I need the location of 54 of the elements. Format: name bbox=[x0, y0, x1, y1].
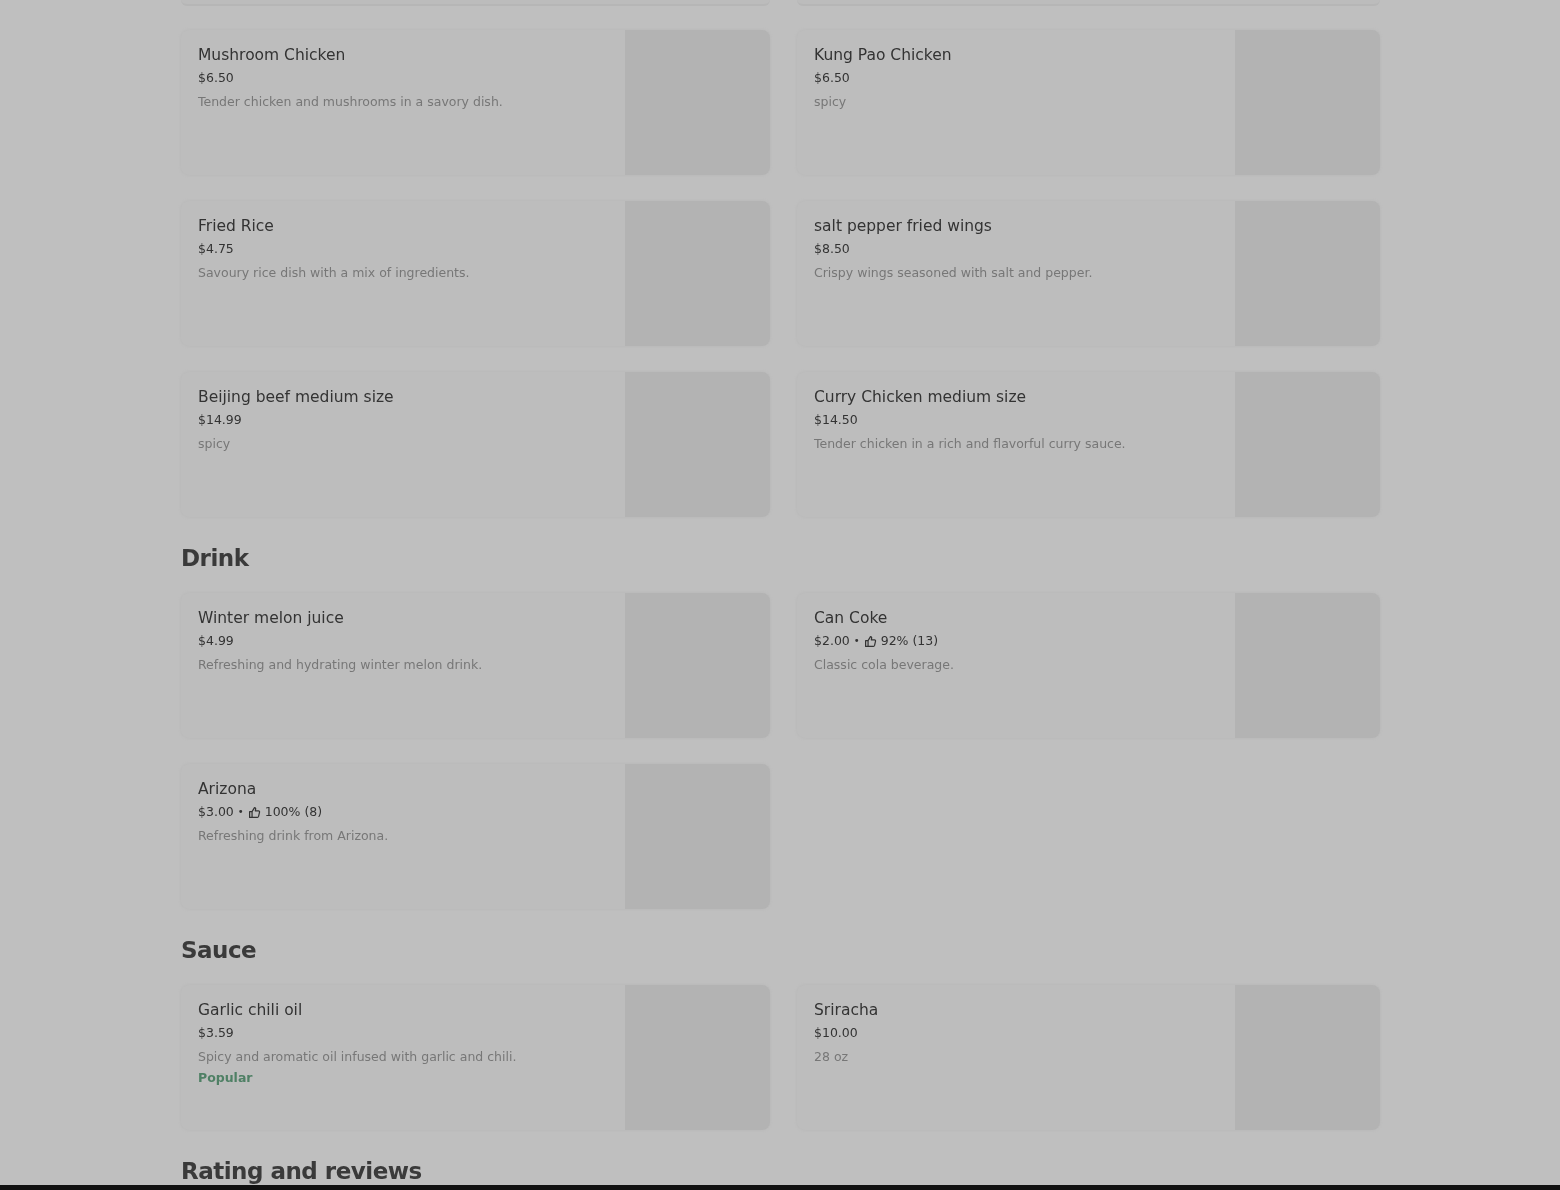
item-description: 28 oz bbox=[814, 1048, 849, 1066]
item-price: $4.99 bbox=[198, 632, 234, 650]
item-price: $2.00 bbox=[814, 632, 850, 650]
item-name: salt pepper fried wings bbox=[814, 216, 992, 236]
thumbs-up-icon bbox=[863, 634, 877, 648]
menu-item-card[interactable]: salt pepper fried wings $8.50 Crispy wings seasoned with salt and pepper. bbox=[797, 201, 1380, 346]
menu-item-card[interactable]: Kung Pao Chicken $6.50 spicy bbox=[797, 30, 1380, 175]
menu-item-card[interactable]: Beijing beef medium size $14.99 spicy bbox=[181, 372, 770, 517]
item-name: Can Coke bbox=[814, 608, 888, 628]
item-description: Refreshing and hydrating winter melon drink. bbox=[198, 656, 483, 674]
item-price: $8.50 bbox=[814, 240, 850, 258]
menu-item-card[interactable]: Can Coke $2.00 • 92% (13) Classic cola beverage. bbox=[797, 593, 1380, 738]
item-name: Kung Pao Chicken bbox=[814, 45, 952, 65]
menu-item-card[interactable]: Winter melon juice $4.99 Refreshing and hydrating winter melon drink. bbox=[181, 593, 770, 738]
item-name: Arizona bbox=[198, 779, 257, 799]
item-name: Fried Rice bbox=[198, 216, 274, 236]
section-heading: Rating and reviews bbox=[181, 1157, 423, 1186]
item-price: $14.50 bbox=[814, 411, 858, 429]
menu-item-card[interactable]: Mushroom Chicken $6.50 Tender chicken and mushrooms in a savory dish. bbox=[181, 30, 770, 175]
item-name: Garlic chili oil bbox=[198, 1000, 303, 1020]
item-price: $6.50 bbox=[814, 69, 850, 87]
item-price: $4.75 bbox=[198, 240, 234, 258]
menu-item-card[interactable]: Arizona $3.00 • 100% (8) Refreshing drink from Arizona. bbox=[181, 764, 770, 909]
item-price: $3.59 bbox=[198, 1024, 234, 1042]
separator-dot: • bbox=[853, 634, 860, 648]
separator-dot: • bbox=[237, 805, 244, 819]
popular-label: Popular bbox=[198, 1070, 253, 1085]
section-heading: Drink bbox=[181, 544, 250, 573]
thumbs-up-icon bbox=[247, 805, 261, 819]
item-description: Spicy and aromatic oil infused with garlic and chili. bbox=[198, 1048, 517, 1066]
section-heading: Sauce bbox=[181, 936, 258, 965]
menu-item-card[interactable]: Sriracha $10.00 28 oz bbox=[797, 985, 1380, 1130]
item-name: Mushroom Chicken bbox=[198, 45, 346, 65]
menu-item-card[interactable]: Garlic chili oil $3.59 Spicy and aromatic oil infused with garlic and chili. Popular bbox=[181, 985, 770, 1130]
item-description: Tender chicken and mushrooms in a savory dish. bbox=[198, 93, 503, 111]
item-description: Refreshing drink from Arizona. bbox=[198, 827, 389, 845]
item-description: Crispy wings seasoned with salt and pepper. bbox=[814, 264, 1093, 282]
menu-item-card[interactable]: Curry Chicken medium size $14.50 Tender chicken in a rich and flavorful curry sauce. bbox=[797, 372, 1380, 517]
item-description: spicy bbox=[198, 435, 231, 453]
item-description: Classic cola beverage. bbox=[814, 656, 954, 674]
item-price: $14.99 bbox=[198, 411, 242, 429]
item-price: $6.50 bbox=[198, 69, 234, 87]
item-name: Curry Chicken medium size bbox=[814, 387, 1027, 407]
item-price: $10.00 bbox=[814, 1024, 858, 1042]
menu-item-card[interactable]: Fried Rice $4.75 Savoury rice dish with a mix of ingredients. bbox=[181, 201, 770, 346]
item-rating: 100% (8) bbox=[264, 803, 323, 821]
item-description: Tender chicken in a rich and flavorful curry sauce. bbox=[814, 435, 1126, 453]
item-description: Savoury rice dish with a mix of ingredients. bbox=[198, 264, 470, 282]
item-name: Sriracha bbox=[814, 1000, 879, 1020]
item-name: Winter melon juice bbox=[198, 608, 344, 628]
item-price: $3.00 bbox=[198, 803, 234, 821]
item-rating: 92% (13) bbox=[880, 632, 939, 650]
item-description: spicy bbox=[814, 93, 847, 111]
item-name: Beijing beef medium size bbox=[198, 387, 394, 407]
